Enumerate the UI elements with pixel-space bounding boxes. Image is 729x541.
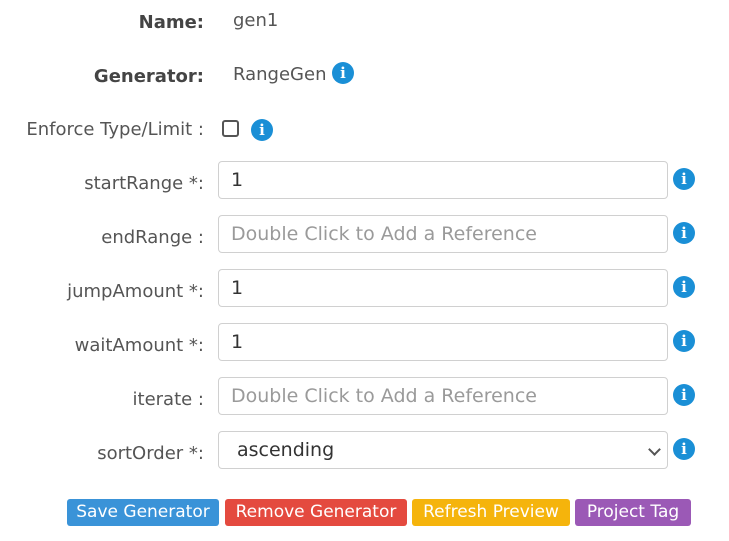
start-range-input[interactable]: 1 (218, 161, 668, 199)
generator-form: Name: gen1 Generator: RangeGen i Enforce… (0, 0, 729, 541)
save-generator-button[interactable]: Save Generator (67, 499, 219, 526)
end-range-label: endRange : (101, 227, 204, 248)
name-label: Name: (138, 12, 204, 33)
sort-order-label: sortOrder *: (97, 443, 204, 464)
jump-amount-info-icon[interactable]: i (673, 276, 695, 298)
enforce-checkbox[interactable] (222, 120, 239, 137)
remove-generator-button[interactable]: Remove Generator (225, 499, 407, 526)
start-range-info-icon[interactable]: i (673, 168, 695, 190)
generator-label: Generator: (93, 66, 204, 87)
end-range-input[interactable]: Double Click to Add a Reference (218, 215, 668, 253)
start-range-label: startRange *: (84, 173, 204, 194)
wait-amount-info-icon[interactable]: i (673, 330, 695, 352)
wait-amount-label: waitAmount *: (74, 335, 204, 356)
project-tag-button[interactable]: Project Tag (575, 499, 691, 526)
generator-value: RangeGen (233, 64, 327, 85)
sort-order-select[interactable]: ascending (218, 431, 668, 469)
wait-amount-input[interactable]: 1 (218, 323, 668, 361)
iterate-info-icon[interactable]: i (673, 384, 695, 406)
iterate-input[interactable]: Double Click to Add a Reference (218, 377, 668, 415)
jump-amount-label: jumpAmount *: (67, 281, 204, 302)
chevron-down-icon (648, 443, 661, 456)
sort-order-selected: ascending (237, 439, 335, 461)
refresh-preview-button[interactable]: Refresh Preview (412, 499, 570, 526)
end-range-info-icon[interactable]: i (673, 222, 695, 244)
jump-amount-input[interactable]: 1 (218, 269, 668, 307)
enforce-info-icon[interactable]: i (251, 119, 273, 141)
iterate-label: iterate : (132, 389, 204, 410)
generator-info-icon[interactable]: i (332, 62, 354, 84)
name-value: gen1 (233, 10, 279, 31)
sort-order-info-icon[interactable]: i (673, 438, 695, 460)
enforce-label: Enforce Type/Limit : (26, 119, 204, 140)
